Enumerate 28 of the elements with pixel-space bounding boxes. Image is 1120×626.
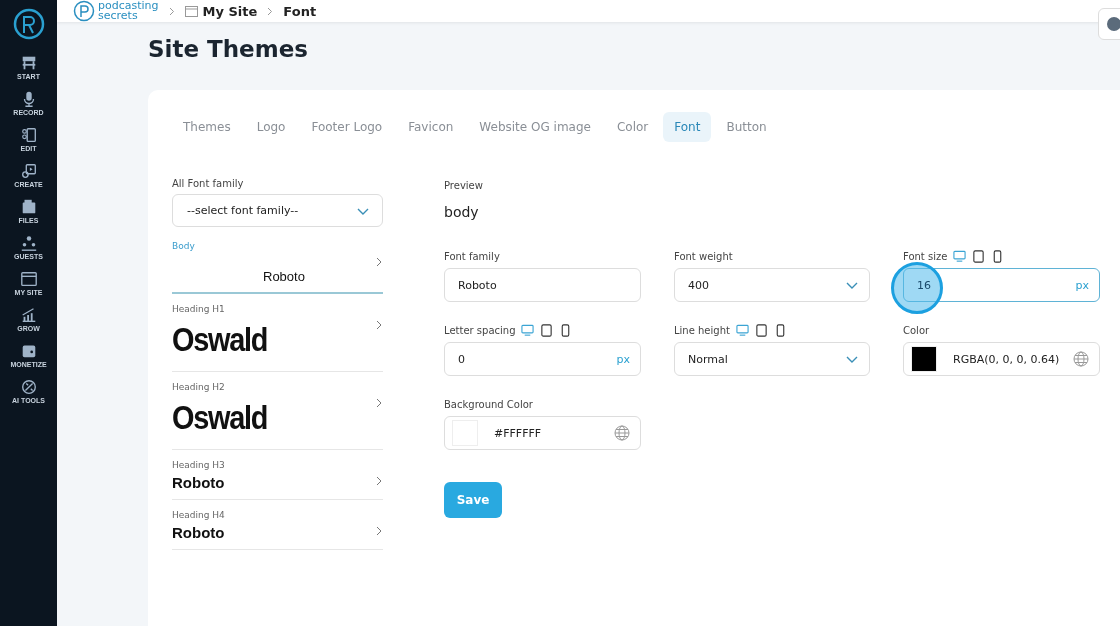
field-label: Color — [903, 325, 930, 336]
color-field[interactable]: RGBA(0, 0, 0, 0.64) — [903, 342, 1100, 376]
logo-text: podcasting secrets — [98, 1, 159, 21]
tab[interactable]: Font — [663, 112, 712, 142]
font-list-item[interactable]: Heading H4 Roboto — [172, 500, 383, 550]
input-field[interactable]: 16 px — [903, 268, 1100, 302]
text-field[interactable]: Roboto — [444, 268, 641, 302]
dropdown[interactable]: --select font family-- — [172, 194, 383, 227]
breadcrumb-link[interactable]: My Site — [202, 3, 258, 19]
font-list-item[interactable]: Heading H2 Oswald — [172, 372, 383, 450]
field-label: Line height — [674, 325, 730, 336]
field-label: All Font family — [172, 178, 244, 189]
field-label: Letter spacing — [444, 325, 516, 336]
preview-text: body — [444, 204, 479, 220]
field-label: Background Color — [444, 399, 533, 410]
font-list-item[interactable]: Body Roboto — [172, 237, 383, 294]
font-list-item[interactable]: Heading H3 Roboto — [172, 450, 383, 500]
page-title: Site Themes — [148, 36, 309, 62]
field-label: Font weight — [674, 251, 733, 262]
input-field[interactable]: 0 px — [444, 342, 641, 376]
color-field[interactable]: #FFFFFF — [444, 416, 641, 450]
dropdown[interactable]: Normal — [674, 342, 870, 376]
field-label: Font family — [444, 251, 500, 262]
font-list-item[interactable]: Heading H1 Oswald — [172, 294, 383, 372]
dropdown[interactable]: 400 — [674, 268, 870, 302]
field-label: Preview — [444, 180, 483, 191]
breadcrumb-current: Font — [283, 3, 317, 19]
field-label: Font size — [903, 251, 948, 262]
